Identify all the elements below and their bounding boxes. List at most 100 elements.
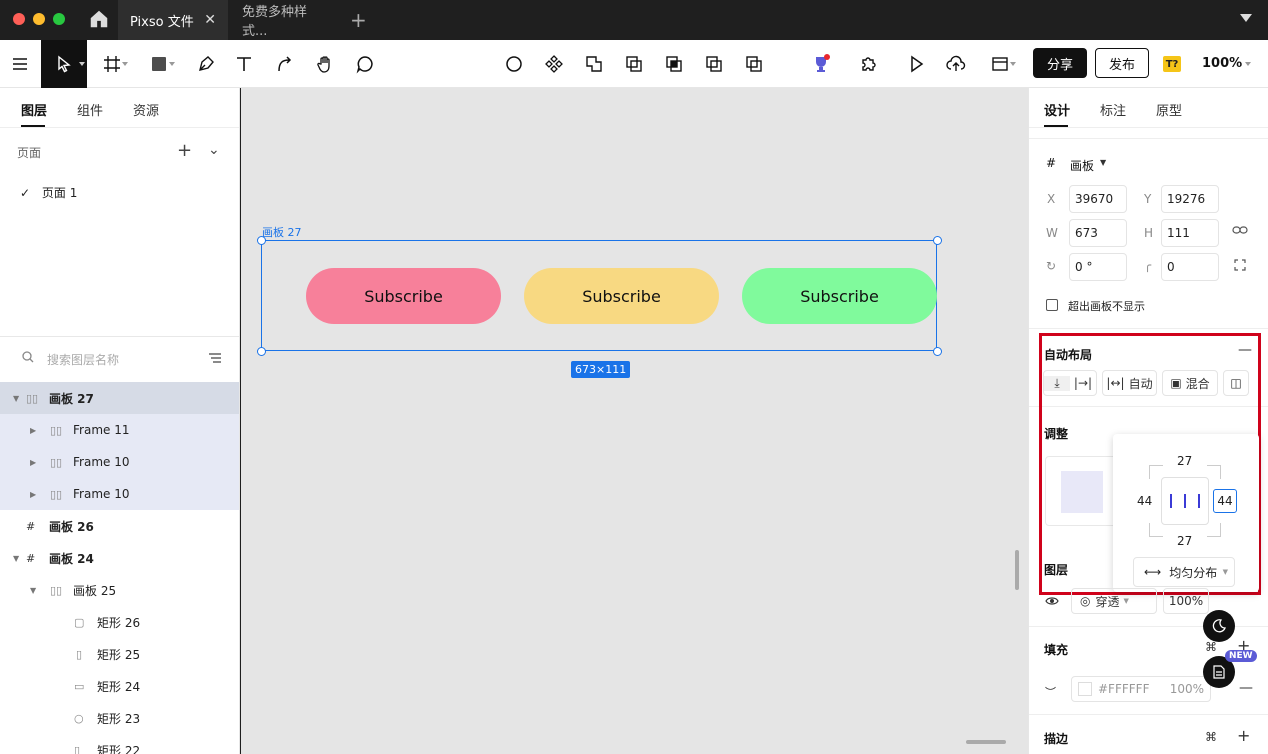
filter-icon[interactable]: [208, 352, 222, 367]
plugins-button[interactable]: [851, 40, 887, 88]
tab-assets[interactable]: 资源: [133, 100, 159, 119]
tab-template[interactable]: 免费多种样式...: [230, 0, 340, 40]
exclude-button[interactable]: [696, 40, 732, 88]
distribution-dropdown[interactable]: ⟷ 均匀分布 ▼: [1133, 557, 1235, 587]
alignment-box[interactable]: [1161, 477, 1209, 525]
tab-inspect[interactable]: 标注: [1100, 100, 1126, 119]
expand-arrow-icon[interactable]: ▼: [30, 586, 36, 595]
rectangle-tool-button[interactable]: [141, 40, 177, 88]
fill-hex[interactable]: #FFFFFF: [1098, 682, 1149, 696]
fill-color-field[interactable]: #FFFFFF 100%: [1071, 676, 1211, 702]
subscribe-button-pink[interactable]: Subscribe: [306, 268, 501, 324]
remove-fill-icon[interactable]: —: [1239, 680, 1253, 696]
corner-radius-input[interactable]: 0: [1161, 253, 1219, 281]
trophy-button[interactable]: [803, 40, 839, 88]
tab-components[interactable]: 组件: [77, 100, 103, 119]
connector-tool-button[interactable]: [267, 40, 303, 88]
resize-handle-top-left[interactable]: [257, 236, 266, 245]
move-tool-button[interactable]: [41, 40, 87, 88]
height-input[interactable]: 111: [1161, 219, 1219, 247]
expand-arrow-icon[interactable]: ▼: [13, 394, 19, 403]
new-tab-icon[interactable]: +: [350, 8, 367, 32]
expand-arrow-icon[interactable]: ▶: [30, 490, 36, 499]
frame-tool-button[interactable]: [94, 40, 130, 88]
style-grid-icon[interactable]: ⌘: [1205, 640, 1217, 654]
eye-icon[interactable]: [1045, 595, 1059, 609]
zoom-dropdown-icon[interactable]: [1245, 62, 1251, 66]
ai-badge-icon[interactable]: T?: [1163, 56, 1181, 72]
upload-button[interactable]: [938, 40, 974, 88]
frame-label[interactable]: 画板 27: [262, 224, 302, 240]
tab-prototype[interactable]: 原型: [1156, 100, 1182, 119]
comment-tool-button[interactable]: [347, 40, 383, 88]
text-tool-button[interactable]: [226, 40, 262, 88]
frame-type-dropdown[interactable]: 画板: [1070, 157, 1094, 174]
window-menu-icon[interactable]: [1240, 14, 1252, 22]
fill-swatch[interactable]: [1078, 682, 1092, 696]
layer-row[interactable]: ▯ 矩形 22: [0, 734, 239, 754]
expand-arrow-icon[interactable]: ▼: [13, 554, 19, 563]
subscribe-button-green[interactable]: Subscribe: [742, 268, 937, 324]
padding-left[interactable]: 44: [1137, 494, 1152, 508]
expand-arrow-icon[interactable]: ▶: [30, 458, 36, 467]
tab-design[interactable]: 设计: [1044, 100, 1070, 119]
share-button[interactable]: 分享: [1033, 48, 1087, 78]
tab-pixso-file[interactable]: Pixso 文件 ✕: [118, 0, 228, 40]
add-stroke-icon[interactable]: +: [1237, 726, 1250, 745]
union-button[interactable]: [576, 40, 612, 88]
ellipse-boolean-button[interactable]: [496, 40, 532, 88]
close-window-button[interactable]: [13, 13, 25, 25]
padding-bottom[interactable]: 27: [1177, 534, 1192, 548]
add-page-icon[interactable]: +: [177, 140, 192, 161]
fill-opacity[interactable]: 100%: [1170, 682, 1204, 696]
home-icon[interactable]: [88, 8, 112, 32]
page-item[interactable]: ✓ 页面 1: [20, 184, 77, 201]
hand-tool-button[interactable]: [307, 40, 343, 88]
layer-row[interactable]: ▯ 矩形 25: [0, 638, 239, 670]
layer-row[interactable]: # 画板 26: [0, 510, 239, 542]
zoom-level[interactable]: 100%: [1202, 56, 1242, 71]
vertical-scrollbar[interactable]: [1015, 550, 1019, 590]
tab-layers[interactable]: 图层: [21, 100, 47, 119]
horizontal-scrollbar[interactable]: [966, 740, 1006, 744]
opacity-input[interactable]: 100%: [1163, 588, 1209, 614]
layer-row[interactable]: ○ 矩形 23: [0, 702, 239, 734]
layer-row[interactable]: ▼ ▯▯ 画板 25: [0, 574, 239, 606]
padding-right-input[interactable]: 44: [1213, 489, 1237, 513]
x-input[interactable]: 39670: [1069, 185, 1127, 213]
layer-row[interactable]: ▼ # 画板 24: [0, 542, 239, 574]
chevron-down-icon[interactable]: ⌄: [208, 142, 220, 158]
layout-button[interactable]: [982, 40, 1018, 88]
caret-down-icon[interactable]: ▼: [1100, 158, 1106, 167]
blend-mode-dropdown[interactable]: ◎ 穿透 ▼: [1071, 588, 1157, 614]
resize-handle-top-right[interactable]: [933, 236, 942, 245]
layer-row[interactable]: ▶ ▯▯ Frame 10: [0, 478, 239, 510]
subscribe-button-yellow[interactable]: Subscribe: [524, 268, 719, 324]
layer-row[interactable]: ▭ 矩形 24: [0, 670, 239, 702]
layer-row[interactable]: ▶ ▯▯ Frame 10: [0, 446, 239, 478]
design-canvas[interactable]: 画板 27 Subscribe Subscribe Subscribe 673×…: [241, 88, 1028, 754]
layer-row[interactable]: ▼ ▯▯ 画板 27: [0, 382, 239, 414]
layer-row[interactable]: ▶ ▯▯ Frame 11: [0, 414, 239, 446]
hidden-eye-icon[interactable]: ︶: [1045, 684, 1056, 700]
style-grid-icon[interactable]: ⌘: [1205, 730, 1217, 744]
subtract-button[interactable]: [616, 40, 652, 88]
close-icon[interactable]: ✕: [204, 12, 216, 28]
intersect-button[interactable]: [656, 40, 692, 88]
layer-row[interactable]: ▢ 矩形 26: [0, 606, 239, 638]
dark-mode-button[interactable]: [1203, 610, 1235, 642]
maximize-window-button[interactable]: [53, 13, 65, 25]
resize-handle-bottom-right[interactable]: [933, 347, 942, 356]
link-icon[interactable]: [1232, 224, 1248, 238]
independent-corners-icon[interactable]: [1234, 259, 1246, 274]
pen-tool-button[interactable]: [188, 40, 224, 88]
resize-handle-bottom-left[interactable]: [257, 347, 266, 356]
present-button[interactable]: [898, 40, 934, 88]
width-input[interactable]: 673: [1069, 219, 1127, 247]
component-button[interactable]: [536, 40, 572, 88]
minimize-window-button[interactable]: [33, 13, 45, 25]
rotation-input[interactable]: 0 °: [1069, 253, 1127, 281]
padding-top[interactable]: 27: [1177, 454, 1192, 468]
clip-content-checkbox[interactable]: [1046, 299, 1058, 311]
expand-arrow-icon[interactable]: ▶: [30, 426, 36, 435]
